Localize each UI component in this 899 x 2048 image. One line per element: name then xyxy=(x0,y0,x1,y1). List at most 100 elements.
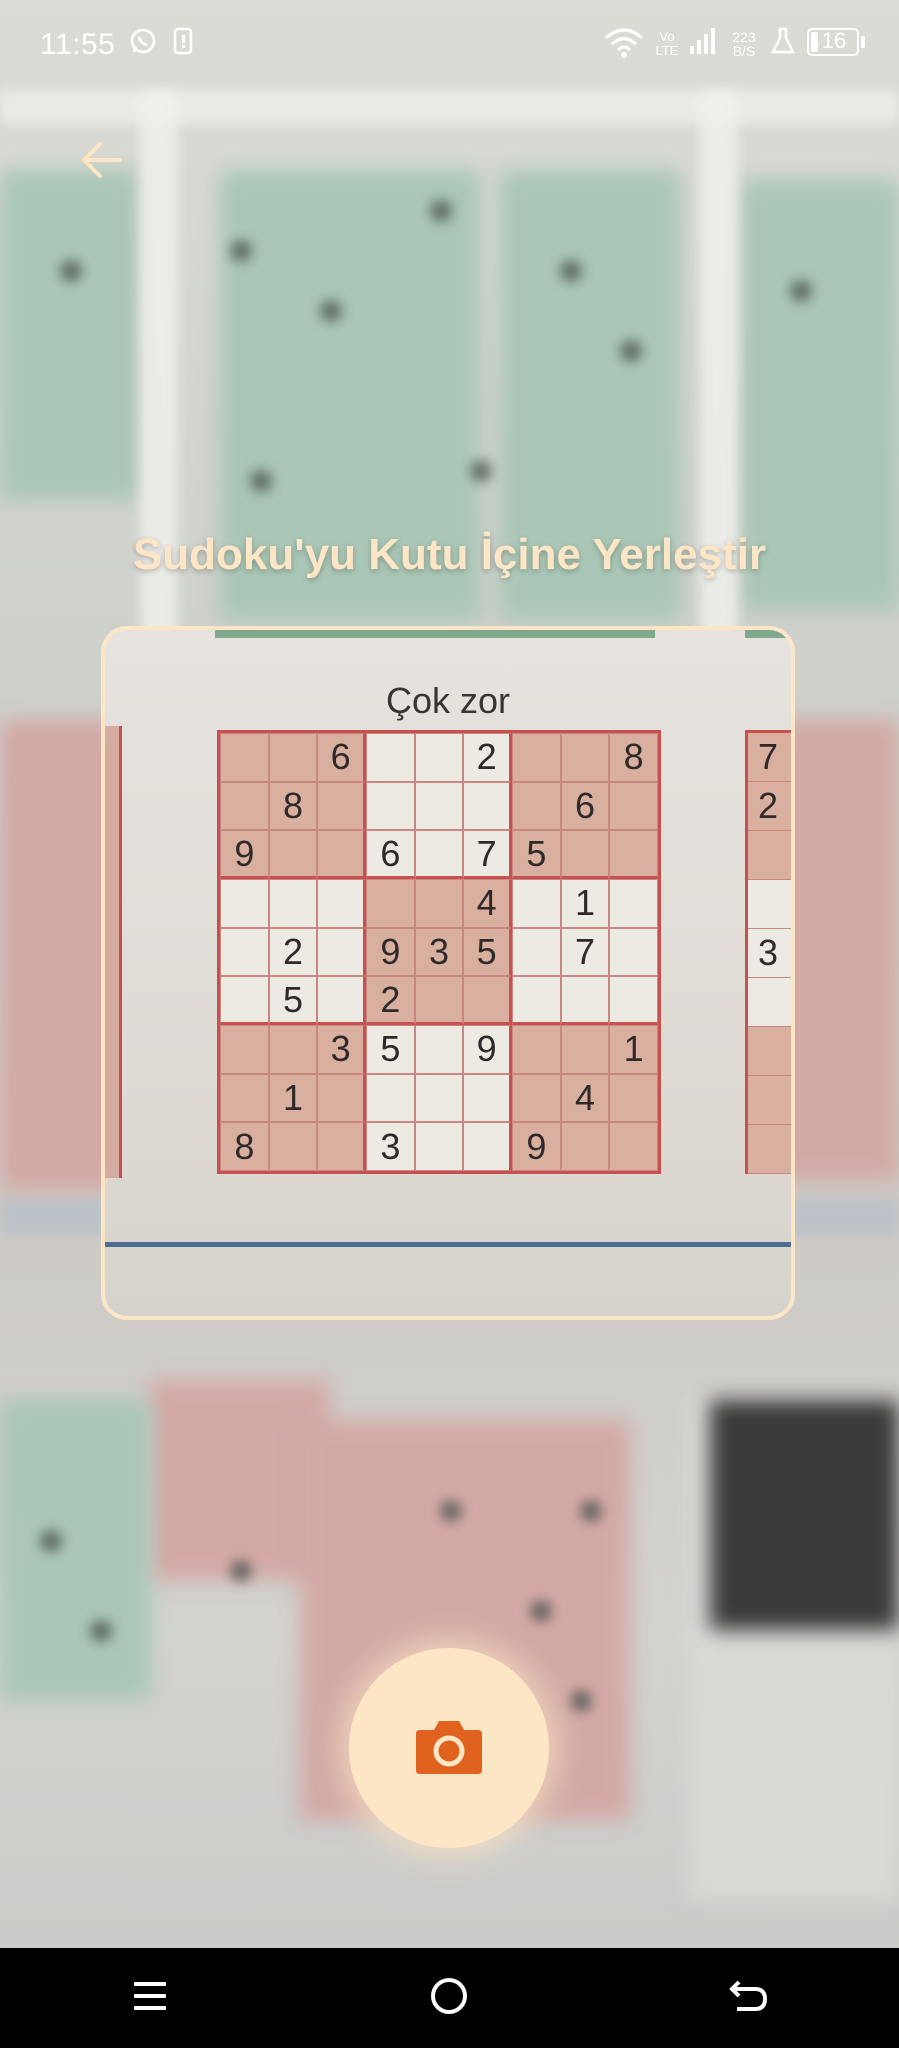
page-title: Sudoku'yu Kutu İçine Yerleştir xyxy=(132,530,767,579)
sudoku-cell: 1 xyxy=(560,879,610,928)
paper-green-strip xyxy=(745,630,791,638)
neighbor-cell: 7 xyxy=(748,733,791,782)
signal-icon xyxy=(688,26,718,63)
sudoku-cell: 2 xyxy=(268,927,318,977)
sudoku-cell xyxy=(220,781,269,831)
sudoku-cell xyxy=(560,1025,610,1074)
sudoku-cell xyxy=(220,1025,269,1074)
network-type-label: Vo LTE xyxy=(655,29,679,58)
sudoku-cell xyxy=(609,927,658,977)
back-icon xyxy=(729,1978,769,2019)
network-speed: 223 B/S xyxy=(728,30,760,58)
sudoku-cell xyxy=(463,1122,512,1171)
sudoku-cell xyxy=(609,830,658,879)
neighbor-cell xyxy=(748,978,791,1027)
sudoku-cell: 8 xyxy=(268,781,318,831)
sudoku-cell xyxy=(220,1073,269,1123)
sim-card-icon xyxy=(172,26,194,63)
neighbor-cell xyxy=(748,880,791,929)
sudoku-cell xyxy=(512,781,561,831)
sudoku-cell: 5 xyxy=(366,1025,415,1074)
battery-tip xyxy=(861,36,865,48)
sudoku-cell: 7 xyxy=(560,927,610,977)
lab-flask-icon xyxy=(770,26,796,63)
sudoku-cell xyxy=(560,1122,610,1171)
neighbor-cell xyxy=(748,1027,791,1076)
sudoku-grid: 628869675412935752359114839 xyxy=(217,730,661,1174)
status-time: 11:55 xyxy=(40,28,116,61)
sudoku-cell xyxy=(317,976,366,1025)
sudoku-cell xyxy=(366,1073,415,1123)
sudoku-cell xyxy=(414,830,464,879)
sudoku-cell xyxy=(317,781,366,831)
sudoku-cell xyxy=(220,976,269,1025)
sudoku-cell: 1 xyxy=(609,1025,658,1074)
wifi-icon xyxy=(604,26,644,65)
sudoku-cell xyxy=(366,879,415,928)
sudoku-cell: 6 xyxy=(560,781,610,831)
sudoku-cell: 9 xyxy=(512,1122,561,1171)
sudoku-cell xyxy=(366,733,415,782)
sudoku-cell: 5 xyxy=(512,830,561,879)
sudoku-cell xyxy=(268,1025,318,1074)
sudoku-cell: 9 xyxy=(220,830,269,879)
sudoku-cell xyxy=(317,927,366,977)
system-navigation-bar xyxy=(0,1948,899,2048)
nav-menu-button[interactable] xyxy=(110,1958,190,2038)
puzzle-difficulty-label: Çok zor xyxy=(385,680,511,721)
sudoku-cell: 3 xyxy=(317,1025,366,1074)
sudoku-cell xyxy=(609,1073,658,1123)
sudoku-cell: 5 xyxy=(268,976,318,1025)
neighbor-cell xyxy=(748,1125,791,1174)
sudoku-cell: 1 xyxy=(268,1073,318,1123)
sudoku-cell xyxy=(414,976,464,1025)
battery-percent: 16 xyxy=(821,28,847,53)
sudoku-cell: 9 xyxy=(366,927,415,977)
sudoku-cell xyxy=(366,781,415,831)
sudoku-cell: 2 xyxy=(463,733,512,782)
sudoku-cell xyxy=(414,733,464,782)
sudoku-cell xyxy=(414,1122,464,1171)
capture-button[interactable] xyxy=(349,1648,549,1848)
whatsapp-icon xyxy=(128,26,158,63)
sudoku-cell xyxy=(609,1122,658,1171)
sudoku-capture-frame: Çok zor 723 628869675412935752359114839 xyxy=(101,626,795,1320)
paper-blue-line xyxy=(105,1242,791,1247)
neighbor-cell xyxy=(748,831,791,880)
sudoku-cell: 8 xyxy=(609,733,658,782)
neighbor-cell: 3 xyxy=(748,929,791,978)
sudoku-cell xyxy=(512,1025,561,1074)
nav-back-button[interactable] xyxy=(709,1958,789,2038)
sudoku-cell xyxy=(414,781,464,831)
sudoku-cell xyxy=(512,879,561,928)
menu-icon xyxy=(132,1979,168,2018)
status-bar: 11:55 Vo LTE 223 B/S 16 xyxy=(0,0,899,90)
sudoku-cell xyxy=(560,976,610,1025)
sudoku-cell: 3 xyxy=(366,1122,415,1171)
sudoku-cell: 3 xyxy=(414,927,464,977)
sudoku-cell xyxy=(220,733,269,782)
sudoku-cell xyxy=(317,1073,366,1123)
sudoku-cell: 5 xyxy=(463,927,512,977)
sudoku-cell xyxy=(220,927,269,977)
sudoku-cell: 4 xyxy=(463,879,512,928)
sudoku-cell xyxy=(512,927,561,977)
nav-home-button[interactable] xyxy=(409,1958,489,2038)
sudoku-cell xyxy=(268,879,318,928)
sudoku-cell xyxy=(512,733,561,782)
sudoku-cell xyxy=(609,781,658,831)
sudoku-cell xyxy=(317,879,366,928)
back-button[interactable] xyxy=(72,134,128,190)
sudoku-cell xyxy=(609,879,658,928)
sudoku-cell: 7 xyxy=(463,830,512,879)
home-circle-icon xyxy=(429,1976,469,2021)
sudoku-cell xyxy=(512,976,561,1025)
sudoku-cell: 4 xyxy=(560,1073,610,1123)
network-speed-unit: B/S xyxy=(732,43,756,59)
sudoku-cell: 6 xyxy=(317,733,366,782)
sudoku-cell xyxy=(317,830,366,879)
arrow-left-icon xyxy=(78,140,122,185)
sudoku-cell: 6 xyxy=(366,830,415,879)
sudoku-cell xyxy=(609,976,658,1025)
neighbor-cell xyxy=(748,1076,791,1125)
